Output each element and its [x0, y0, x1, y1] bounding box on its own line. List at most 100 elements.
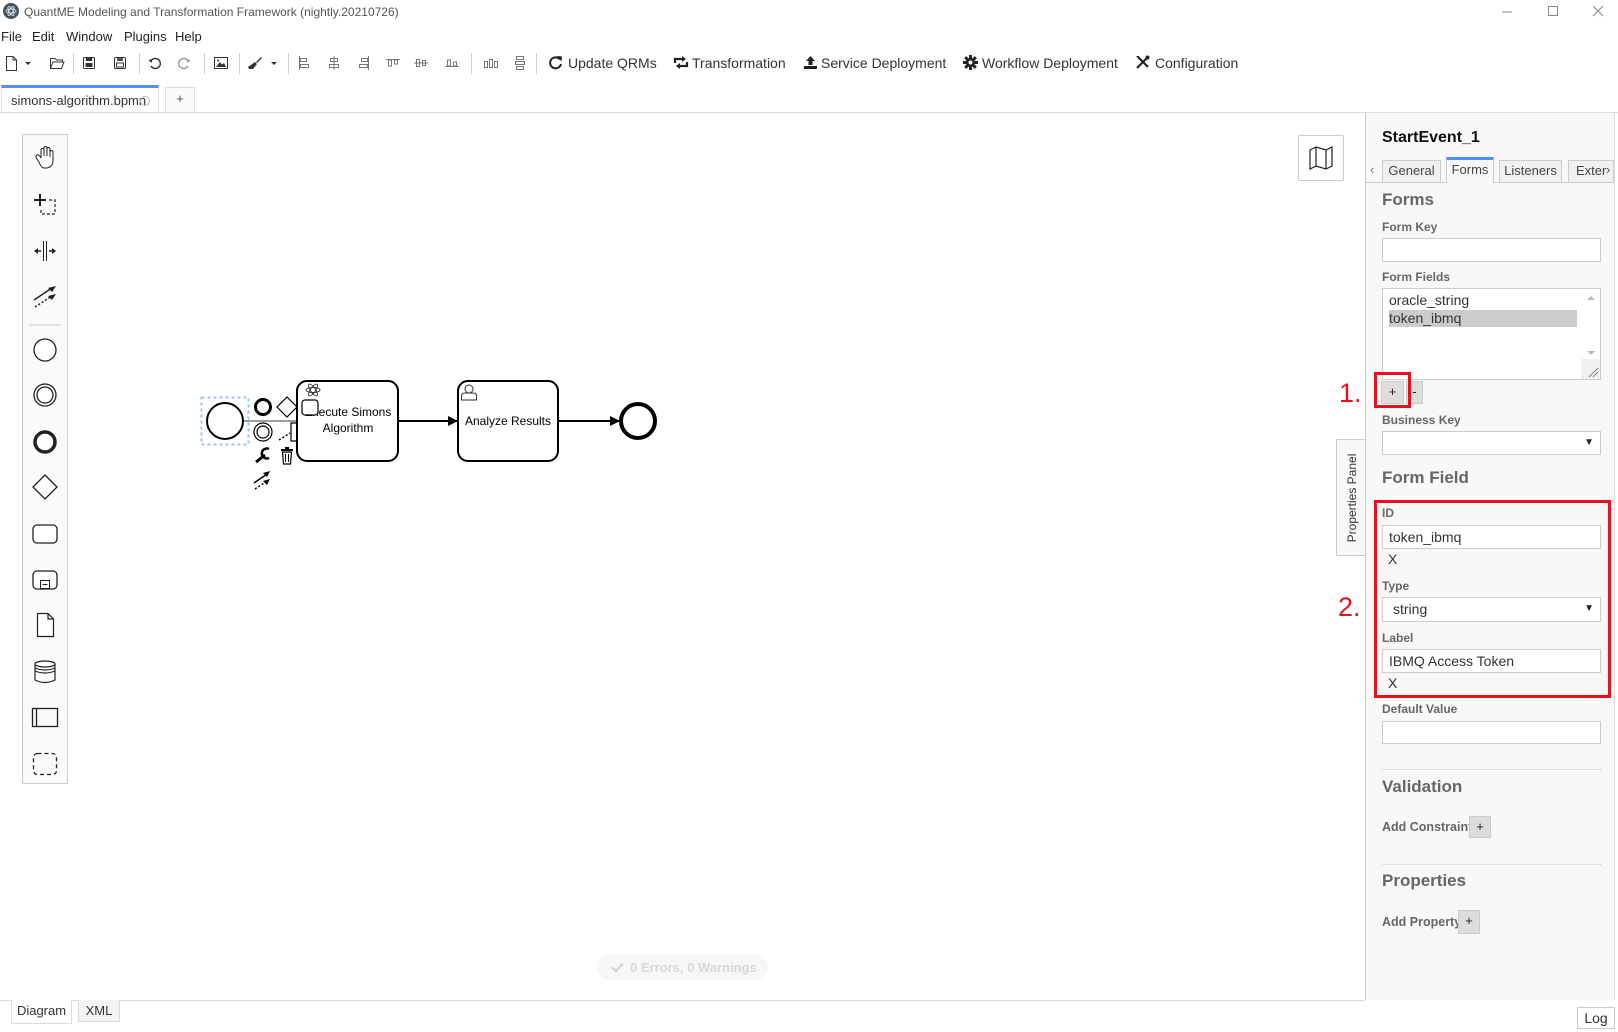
subprocess-tool-icon[interactable]: [32, 570, 58, 590]
minimap-toggle-button[interactable]: [1298, 135, 1344, 181]
align-bottom-button[interactable]: [444, 55, 460, 71]
menu-window[interactable]: Window: [66, 29, 112, 45]
add-constraint-button[interactable]: +: [1469, 816, 1491, 838]
form-field-item[interactable]: oracle_string: [1389, 292, 1577, 309]
log-button[interactable]: Log: [1577, 1007, 1615, 1029]
close-window-button[interactable]: [1583, 0, 1613, 24]
distribute-horizontal-button[interactable]: [483, 55, 499, 71]
form-key-input[interactable]: [1382, 238, 1601, 262]
data-store-tool-icon[interactable]: [34, 660, 56, 684]
minimize-button[interactable]: [1492, 0, 1522, 24]
workflow-deployment-button[interactable]: Workflow Deployment: [961, 52, 1121, 74]
lint-status[interactable]: 0 Errors, 0 Warnings: [597, 955, 768, 980]
window-title: QuantME Modeling and Transformation Fram…: [24, 5, 399, 19]
element-id-title: StartEvent_1: [1382, 129, 1480, 146]
lint-dropdown[interactable]: [268, 55, 280, 71]
align-middle-icon: [414, 59, 428, 67]
file-tab-simons-algorithm[interactable]: simons-algorithm.bpmn: [1, 85, 159, 112]
task-analyze-results[interactable]: Analyze Results: [457, 380, 559, 462]
validation-heading: Validation: [1382, 777, 1463, 796]
trash-icon[interactable]: [281, 447, 293, 465]
tab-listeners[interactable]: Listeners: [1499, 160, 1562, 182]
close-icon: [1592, 5, 1604, 17]
align-top-button[interactable]: [385, 55, 401, 71]
new-file-dropdown[interactable]: [22, 55, 34, 71]
configuration-button[interactable]: Configuration: [1133, 52, 1239, 74]
lint-status-text: 0 Errors, 0 Warnings: [630, 960, 757, 975]
maximize-button[interactable]: [1538, 0, 1568, 24]
export-image-button[interactable]: [213, 55, 229, 71]
append-end-event-icon[interactable]: [254, 398, 272, 416]
save-button[interactable]: [81, 55, 97, 71]
undo-button[interactable]: [147, 55, 163, 71]
scroll-down-icon[interactable]: [1586, 349, 1596, 357]
toolbar-separator: [239, 53, 240, 74]
end-event[interactable]: [619, 402, 657, 440]
participant-tool-icon[interactable]: [31, 707, 59, 728]
data-object-tool-icon[interactable]: [36, 612, 55, 638]
properties-panel-toggle[interactable]: Properties Panel: [1336, 439, 1366, 556]
add-property-button[interactable]: +: [1458, 910, 1480, 934]
view-tab-diagram[interactable]: Diagram: [11, 1000, 72, 1024]
new-file-button[interactable]: [3, 55, 19, 71]
start-event[interactable]: [200, 396, 250, 446]
menu-plugins[interactable]: Plugins: [124, 29, 167, 45]
map-icon: [1309, 146, 1333, 170]
menu-edit[interactable]: Edit: [32, 29, 54, 45]
unsaved-indicator-icon: [140, 96, 150, 106]
wrench-icon[interactable]: [255, 447, 270, 464]
append-gateway-icon[interactable]: [276, 396, 298, 418]
app-logo-icon: [3, 3, 19, 19]
global-connect-tool-icon[interactable]: [33, 286, 56, 308]
open-file-button[interactable]: [49, 55, 65, 71]
forms-heading: Forms: [1382, 190, 1434, 209]
add-tab-button[interactable]: +: [165, 87, 195, 112]
form-key-label: Form Key: [1382, 220, 1438, 234]
start-event-tool-icon[interactable]: [33, 338, 57, 362]
space-tool-icon[interactable]: [34, 241, 56, 261]
intermediate-event-tool-icon[interactable]: [33, 383, 57, 407]
resize-handle[interactable]: [1581, 359, 1600, 379]
append-intermediate-event-icon[interactable]: [253, 422, 273, 442]
transformation-button[interactable]: Transformation: [671, 52, 787, 74]
align-right-button[interactable]: [356, 55, 372, 71]
view-tab-xml[interactable]: XML: [78, 1000, 120, 1022]
distribute-horizontal-icon: [484, 59, 498, 68]
service-deployment-button[interactable]: Service Deployment: [801, 52, 948, 74]
lint-button[interactable]: [247, 55, 263, 71]
task-execute-simons-algorithm[interactable]: Execute Simons Algorithm: [296, 380, 399, 462]
form-field-item-selected[interactable]: token_ibmq: [1389, 310, 1577, 327]
hand-tool-icon[interactable]: [35, 146, 54, 169]
distribute-vertical-button[interactable]: [512, 55, 528, 71]
task-tool-icon[interactable]: [32, 524, 58, 544]
caret-down-icon: [25, 62, 31, 65]
default-value-input[interactable]: [1382, 721, 1601, 744]
scroll-up-icon[interactable]: [1586, 294, 1596, 302]
align-left-button[interactable]: [296, 55, 312, 71]
menu-file[interactable]: File: [1, 29, 22, 45]
form-fields-list[interactable]: oracle_string token_ibmq: [1382, 288, 1601, 380]
tab-general[interactable]: General: [1382, 160, 1441, 182]
align-middle-button[interactable]: [413, 55, 429, 71]
tab-extensions-label: Exter: [1576, 163, 1607, 178]
gateway-tool-icon[interactable]: [32, 474, 58, 500]
business-key-select[interactable]: ▼: [1382, 431, 1601, 455]
diagram-canvas[interactable]: Execute Simons Algorithm Analyze Results: [0, 113, 1365, 1000]
group-tool-icon[interactable]: [32, 752, 58, 776]
tabs-scroll-left-icon[interactable]: ‹: [1370, 161, 1374, 179]
save-as-button[interactable]: [112, 55, 128, 71]
annotation-step-1: 1.: [1339, 378, 1362, 408]
update-qrms-button[interactable]: Update QRMs: [546, 52, 658, 74]
tabs-scroll-right-icon[interactable]: ›: [1606, 161, 1610, 179]
brush-icon: [248, 57, 262, 69]
append-text-annotation-icon[interactable]: [278, 422, 297, 442]
menu-help[interactable]: Help: [175, 29, 202, 45]
append-task-icon[interactable]: [301, 399, 319, 416]
connect-icon[interactable]: [253, 471, 270, 490]
lasso-tool-icon[interactable]: [34, 194, 56, 215]
task-label-line: Analyze Results: [465, 414, 551, 428]
tab-forms[interactable]: Forms: [1446, 157, 1494, 183]
end-event-tool-icon[interactable]: [33, 430, 57, 454]
redo-button[interactable]: [176, 55, 192, 71]
align-center-button[interactable]: [326, 55, 342, 71]
